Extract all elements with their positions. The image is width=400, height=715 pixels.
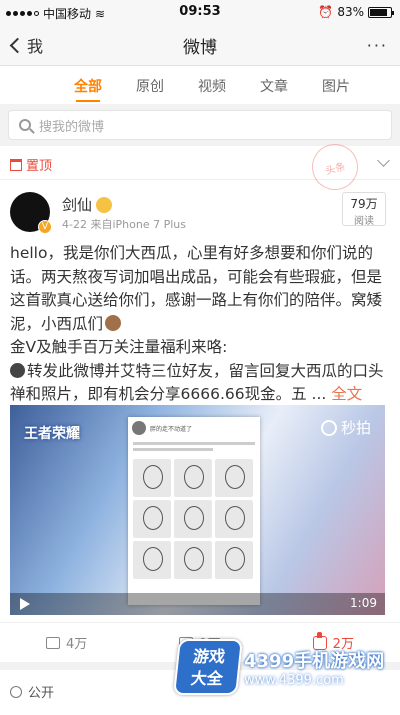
post-meta: 4-22 来自iPhone 7 Plus — [62, 218, 186, 231]
post-text-main: hello，我是你们大西瓜，心里有好多想要和你们说的话。两天熬夜写词加唱出成品，… — [10, 244, 383, 333]
share-count: 4万 — [66, 637, 88, 652]
author-name: 剑仙 — [62, 196, 93, 214]
visibility-text: 公开 — [28, 686, 55, 701]
share-icon — [46, 636, 61, 649]
tab-video[interactable]: 视频 — [184, 66, 240, 104]
alarm-icon: ⏰ — [318, 5, 334, 19]
more-icon[interactable]: ··· — [367, 36, 388, 55]
shot-avatar — [132, 421, 146, 435]
provider-name: 秒拍 — [340, 419, 371, 437]
play-icon[interactable] — [20, 598, 30, 610]
read-count: 79万 — [350, 197, 378, 211]
video-duration: 1:09 — [350, 596, 377, 610]
share-button[interactable]: 4万 — [0, 623, 133, 662]
chevron-down-icon[interactable] — [377, 154, 390, 167]
watermark-site-name: 4399手机游戏网 — [244, 650, 385, 672]
video-control-bar: 1:09 — [10, 593, 385, 615]
pin-icon — [10, 158, 22, 171]
emoji-icon — [96, 196, 113, 213]
video-provider: 秒拍 — [320, 417, 371, 438]
tab-image[interactable]: 图片 — [308, 66, 364, 104]
status-bar: 中国移动 ≋ 09:53 ⏰ 83% — [0, 0, 400, 24]
sketch-grid — [128, 454, 260, 584]
tab-original[interactable]: 原创 — [122, 66, 178, 104]
author-row: V 剑仙 4-22 来自iPhone 7 Plus 79万 阅读 — [0, 180, 400, 242]
watermark-text: 4399手机游戏网 www.4399.com — [244, 647, 384, 688]
search-icon — [19, 119, 31, 131]
read-count-badge: 79万 阅读 — [342, 192, 386, 227]
tab-article[interactable]: 文章 — [246, 66, 302, 104]
full-text-link[interactable]: 全文 — [331, 385, 362, 403]
page-title: 微博 — [183, 38, 217, 58]
search-wrap: 搜我的微博 — [0, 104, 400, 146]
site-watermark: 游戏 大全 4399手机游戏网 www.4399.com — [173, 636, 398, 698]
shot-caption: 胖的走不动道了 — [150, 425, 193, 433]
logo-line2: 大全 — [189, 669, 224, 688]
pin-bar: 置顶 头条 — [0, 138, 400, 196]
search-input[interactable]: 搜我的微博 — [8, 110, 392, 140]
watermark-url: www.4399.com — [244, 672, 344, 688]
nav-bar: 我 微博 ··· — [0, 24, 400, 66]
post-body: hello，我是你们大西瓜，心里有好多想要和你们说的话。两天熬夜写词加唱出成品，… — [0, 242, 400, 407]
post-card: 置顶 头条 V 剑仙 4-22 来自iPhone 7 Plus 79万 阅读 h… — [0, 138, 400, 662]
post-text-line2: 金V及触手百万关注量福利来咯: — [10, 338, 228, 356]
emoji-icon-2 — [10, 362, 25, 378]
filter-tabs: 全部 原创 视频 文章 图片 — [0, 66, 400, 104]
author-name-row[interactable]: 剑仙 — [62, 194, 113, 215]
tab-all[interactable]: 全部 — [60, 66, 116, 104]
status-right: ⏰ 83% — [318, 5, 394, 19]
pinned-label: 置顶 — [10, 155, 52, 174]
miaopai-icon — [320, 419, 337, 436]
battery-percent: 83% — [337, 5, 364, 19]
monkey-emoji-icon — [105, 314, 122, 331]
watermark-logo: 游戏 大全 — [173, 639, 243, 695]
verified-badge-icon: V — [38, 220, 52, 234]
video-thumbnail[interactable]: 王者荣耀 秒拍 胖的走不动道了 1:09 — [10, 405, 385, 615]
search-placeholder: 搜我的微博 — [39, 119, 105, 135]
visibility-label: 公开 — [10, 682, 54, 701]
logo-line1: 游戏 — [192, 647, 227, 666]
embedded-screenshot: 胖的走不动道了 — [128, 417, 260, 605]
read-label: 阅读 — [354, 216, 374, 227]
game-logo: 王者荣耀 — [24, 426, 80, 442]
pin-text: 置顶 — [26, 159, 53, 174]
battery-icon — [368, 6, 394, 18]
post-text-line3: 转发此微博并艾特三位好友，留言回复大西瓜的口头禅和照片，即有机会分享6666.6… — [10, 361, 384, 404]
globe-icon — [10, 685, 22, 698]
